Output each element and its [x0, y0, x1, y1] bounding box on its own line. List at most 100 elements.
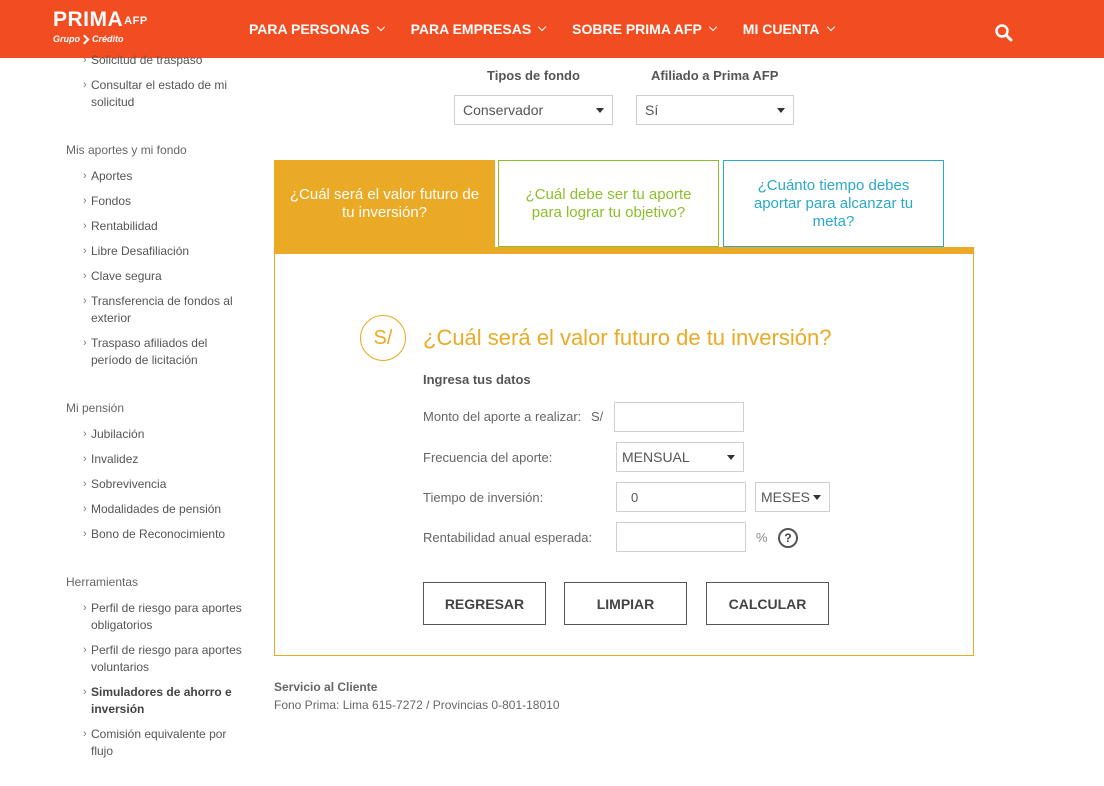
nav-mi-cuenta[interactable]: MI CUENTA	[742, 21, 835, 37]
sidebar-item-jubilacion[interactable]: › Jubilación	[83, 426, 243, 443]
nav-label: SOBRE PRIMA AFP	[572, 21, 702, 37]
sidebar-item-label: Simuladores de ahorro e inversión	[91, 685, 232, 716]
chevron-down-icon	[376, 22, 385, 32]
affiliate-label: Afiliado a Prima AFP	[651, 68, 779, 83]
nav-label: MI CUENTA	[742, 21, 820, 37]
sidebar-item-label: Sobrevivencia	[91, 477, 167, 491]
time-unit-value: MESES	[761, 489, 811, 505]
sidebar-item-bono-reconocimiento[interactable]: › Bono de Reconocimiento	[83, 526, 243, 543]
sidebar-item-label: Fondos	[91, 194, 132, 208]
tab-valor-futuro[interactable]: ¿Cuál será el valor futuro de tu inversi…	[274, 160, 495, 247]
calculator-title: ¿Cuál será el valor futuro de tu inversi…	[423, 325, 832, 350]
calcular-button[interactable]: CALCULAR	[706, 582, 829, 625]
sidebar-item-label: Transferencia de fondos al exterior	[91, 294, 233, 325]
sidebar-item-label: Solicitud de traspaso	[91, 53, 203, 67]
sidebar-item-label: Traspaso afiliados del período de licita…	[91, 336, 208, 367]
chevron-right-icon: ›	[83, 245, 87, 257]
limpiar-button[interactable]: LIMPIAR	[564, 582, 687, 625]
sidebar-item-label: Libre Desafiliación	[91, 244, 190, 258]
nav-sobre-prima-afp[interactable]: SOBRE PRIMA AFP	[572, 21, 718, 37]
sidebar-group-title: Mis aportes y mi fondo	[66, 143, 187, 157]
chevron-right-icon: ›	[83, 478, 87, 490]
fund-type-label: Tipos de fondo	[487, 68, 580, 83]
regresar-button[interactable]: REGRESAR	[423, 582, 546, 625]
chevron-right-icon: ›	[83, 528, 87, 540]
chevron-right-icon: ›	[83, 453, 87, 465]
sidebar-item-rentabilidad[interactable]: › Rentabilidad	[83, 218, 243, 235]
time-input[interactable]: 0	[616, 482, 746, 512]
time-unit-select[interactable]: MESES	[755, 482, 830, 512]
nav-label: PARA PERSONAS	[249, 21, 370, 37]
fund-type-select[interactable]: Conservador	[454, 95, 613, 125]
logo-brand-sup: AFP	[124, 15, 148, 27]
top-navigation-bar: PRIMAAFP Grupo Crédito PARA PERSONAS PAR…	[0, 0, 1104, 58]
tab-label: ¿Cuánto tiempo debes aportar para alcanz…	[753, 176, 914, 230]
amount-currency-prefix: S/	[591, 409, 604, 424]
caret-down-icon	[813, 495, 821, 500]
sidebar-item-traspaso-licitacion[interactable]: › Traspaso afiliados del período de licit…	[83, 335, 243, 369]
caret-down-icon	[727, 455, 735, 460]
search-icon[interactable]	[994, 23, 1014, 43]
nav-para-empresas[interactable]: PARA EMPRESAS	[410, 21, 547, 37]
sidebar-item-libre-desafiliacion[interactable]: › Libre Desafiliación	[83, 243, 243, 260]
tab-label: ¿Cuál será el valor futuro de tu inversi…	[289, 185, 480, 221]
chevron-right-icon: ›	[83, 79, 87, 91]
chevron-right-icon: ›	[83, 270, 87, 282]
chevron-down-icon	[708, 22, 718, 32]
tab-tiempo-meta[interactable]: ¿Cuánto tiempo debes aportar para alcanz…	[723, 160, 944, 247]
tab-label: ¿Cuál debe ser tu aporte para lograr tu …	[525, 185, 692, 221]
sidebar-item-label: Consultar el estado de mi solicitud	[91, 78, 228, 109]
sidebar-item-transferencia-fondos[interactable]: › Transferencia de fondos al exterior	[83, 293, 243, 327]
sidebar-item-label: Perfil de riesgo para aportes voluntario…	[91, 643, 242, 674]
sidebar-item-consultar-estado[interactable]: › Consultar el estado de mi solicitud	[83, 77, 243, 111]
sidebar-item-solicitud-traspaso[interactable]: › Solicitud de traspaso	[83, 52, 243, 69]
chevron-down-icon	[537, 22, 547, 32]
logo-sub-credito: Crédito	[92, 34, 124, 44]
chevron-right-icon: ›	[83, 728, 87, 740]
sidebar-item-label: Clave segura	[91, 269, 162, 283]
rate-input[interactable]	[616, 522, 746, 552]
chevron-right-icon: ›	[83, 195, 87, 207]
sidebar-item-aportes[interactable]: › Aportes	[83, 168, 243, 185]
sidebar-item-modalidades-pension[interactable]: › Modalidades de pensión	[83, 501, 243, 518]
logo-chevron-icon	[79, 34, 90, 44]
frequency-value: MENSUAL	[622, 449, 690, 465]
chevron-right-icon: ›	[83, 602, 87, 614]
affiliate-select[interactable]: Sí	[636, 95, 794, 125]
customer-service-phone: Fono Prima: Lima 615-7272 / Provincias 0…	[274, 698, 560, 712]
form-subtitle: Ingresa tus datos	[423, 372, 531, 387]
sidebar-item-invalidez[interactable]: › Invalidez	[83, 451, 243, 468]
help-icon[interactable]: ?	[778, 528, 798, 548]
sidebar-item-label: Modalidades de pensión	[91, 502, 222, 516]
amount-label: Monto del aporte a realizar:	[423, 409, 582, 424]
nav-para-personas[interactable]: PARA PERSONAS	[249, 21, 385, 37]
sidebar-item-sobrevivencia[interactable]: › Sobrevivencia	[83, 476, 243, 493]
prima-afp-logo[interactable]: PRIMAAFP Grupo Crédito	[53, 8, 148, 45]
sidebar-item-perfil-obligatorios[interactable]: › Perfil de riesgo para aportes obligator…	[83, 600, 243, 634]
sidebar-item-label: Perfil de riesgo para aportes obligatori…	[91, 601, 242, 632]
main-nav: PARA PERSONAS PARA EMPRESAS SOBRE PRIMA …	[249, 0, 861, 58]
sidebar-item-label: Bono de Reconocimiento	[91, 527, 226, 541]
amount-input[interactable]	[614, 402, 744, 432]
sidebar-item-simuladores[interactable]: › Simuladores de ahorro e inversión	[83, 684, 243, 718]
chevron-right-icon: ›	[83, 428, 87, 440]
affiliate-value: Sí	[645, 102, 659, 118]
rate-percent-suffix: %	[756, 530, 768, 545]
sidebar-item-clave-segura[interactable]: › Clave segura	[83, 268, 243, 285]
chevron-down-icon	[826, 22, 835, 32]
frequency-select[interactable]: MENSUAL	[616, 442, 744, 472]
caret-down-icon	[596, 108, 604, 113]
sidebar-item-label: Jubilación	[91, 427, 145, 441]
chevron-right-icon: ›	[83, 54, 87, 66]
sidebar-item-label: Invalidez	[91, 452, 139, 466]
chevron-right-icon: ›	[83, 644, 87, 656]
sidebar-group-title: Mi pensión	[66, 401, 125, 415]
logo-brand-name: PRIMA	[53, 8, 124, 31]
sidebar-item-perfil-voluntarios[interactable]: › Perfil de riesgo para aportes voluntari…	[83, 642, 243, 676]
tab-aporte-objetivo[interactable]: ¿Cuál debe ser tu aporte para lograr tu …	[498, 160, 719, 247]
nav-label: PARA EMPRESAS	[410, 21, 532, 37]
time-label: Tiempo de inversión:	[423, 490, 544, 505]
chevron-right-icon: ›	[83, 503, 87, 515]
sidebar-item-fondos[interactable]: › Fondos	[83, 193, 243, 210]
sidebar-item-comision-equivalente[interactable]: › Comisión equivalente por flujo	[83, 726, 243, 760]
